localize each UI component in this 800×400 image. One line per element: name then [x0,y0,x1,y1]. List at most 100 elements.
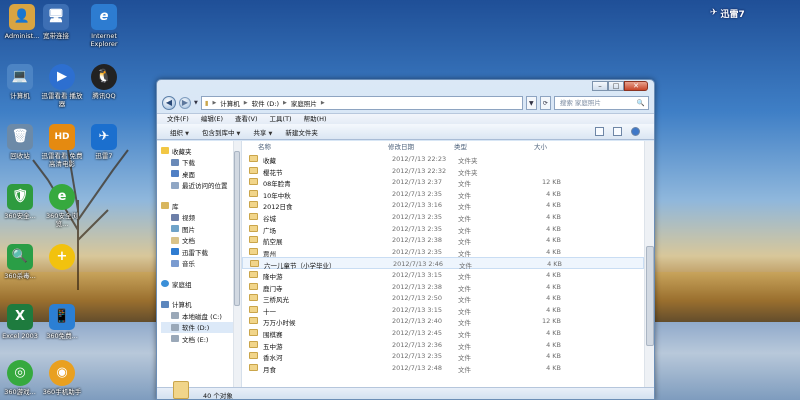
new-folder-button[interactable]: 新建文件夹 [285,127,318,137]
column-type[interactable]: 类型 [454,141,467,151]
desktop-icon-broadband[interactable]: 🖥 宽带连接 [34,4,78,40]
file-row[interactable]: 谷城 2012/7/13 2:35 文件 4 KB [242,211,644,223]
column-name[interactable]: 名称 [258,141,271,151]
breadcrumb-computer[interactable]: 计算机 [220,98,240,108]
desktop-icon-excel[interactable]: X Excel 2003 [0,304,42,340]
nav-drive-d[interactable]: 软件 (D:) [161,321,241,333]
maximize-button[interactable]: □ [608,81,624,91]
file-row[interactable]: 香水河 2012/7/13 2:35 文件 4 KB [242,350,644,362]
file-size: 12 KB [541,317,561,326]
desktop-icon-360-antivirus[interactable]: 🔍 360杀毒... [0,244,42,280]
file-row[interactable]: 六一儿童节（小学毕业） 2012/7/13 2:46 文件 4 KB [242,257,644,270]
nav-scrollbar[interactable] [233,141,241,387]
file-row[interactable]: 三桥风光 2012/7/13 2:50 文件 4 KB [242,292,644,304]
desktop-icon-computer[interactable]: 💻 计算机 [0,64,42,100]
file-row[interactable]: 广场 2012/7/13 2:35 文件 4 KB [242,223,644,235]
desktop-icon-recycle-bin[interactable]: 🗑 回收站 [0,124,42,160]
desktop-icon-plus[interactable]: + [40,244,84,272]
desktop-icon-360-mobile[interactable]: ◉ 360手机助手 [40,360,84,396]
play-icon: ▶ [49,64,75,90]
file-size: 4 KB [546,294,561,303]
nav-libraries[interactable]: 库 [161,200,241,212]
breadcrumb-folder[interactable]: 家庭照片 [291,98,317,108]
refresh-button[interactable]: ⟳ [539,95,551,110]
file-row[interactable]: 月食 2012/7/13 2:48 文件 4 KB [242,362,644,374]
nav-downloads[interactable]: 下载 [161,157,241,169]
file-name: 广场 [263,226,276,235]
file-row[interactable]: 万万小时候 2012/7/13 2:40 文件 12 KB [242,315,644,327]
nav-scrollbar-thumb[interactable] [234,151,240,306]
file-row[interactable]: 贾州 2012/7/13 2:35 文件 4 KB [242,246,644,258]
file-row[interactable]: 收藏 2012/7/13 22:23 文件夹 [242,153,644,165]
folder-icon [249,352,258,360]
folder-icon [249,236,258,244]
file-row[interactable]: 航空展 2012/7/13 2:38 文件 4 KB [242,234,644,246]
desktop-icon-qq[interactable]: 🐧 腾讯QQ [82,64,126,100]
menu-edit[interactable]: 编辑(E) [201,114,223,124]
folder-icon [249,305,258,313]
organize-button[interactable]: 组织 ▼ [170,127,189,137]
file-type: 文件 [458,249,471,258]
file-list-scrollbar-thumb[interactable] [646,246,654,346]
menu-tools[interactable]: 工具(T) [270,114,292,124]
file-date: 2012/7/13 2:48 [392,363,442,372]
file-name: 十一 [263,307,276,316]
close-button[interactable]: ✕ [624,81,648,91]
file-size: 4 KB [546,340,561,349]
file-row[interactable]: 2012日食 2012/7/13 3:16 文件 4 KB [242,199,644,211]
share-button[interactable]: 共享 ▼ [253,127,272,137]
desktop-icon-xunlei-player[interactable]: ▶ 迅雷看看 播放器 [40,64,84,108]
preview-pane-icon[interactable] [613,127,622,136]
forward-button[interactable]: ▶ [179,96,191,109]
file-row[interactable]: 围棋赛 2012/7/13 2:45 文件 4 KB [242,327,644,339]
file-row[interactable]: 隆中游 2012/7/13 3:15 文件 4 KB [242,269,644,281]
nav-drive-e[interactable]: 文档 (E:) [161,333,241,345]
nav-favorites[interactable]: 收藏夹 [161,145,241,157]
nav-desktop[interactable]: 桌面 [161,168,241,180]
nav-computer[interactable]: 计算机 [161,299,241,311]
nav-drive-c[interactable]: 本地磁盘 (C:) [161,310,241,322]
breadcrumb-drive[interactable]: 软件 (D:) [252,98,279,108]
magnifier-icon: 🔍 [7,244,33,270]
file-row[interactable]: 10年中秋 2012/7/13 2:35 文件 4 KB [242,188,644,200]
nav-pictures[interactable]: 图片 [161,223,241,235]
column-size[interactable]: 大小 [534,141,547,151]
nav-documents[interactable]: 文档 [161,235,241,247]
file-row[interactable]: 鹿门寺 2012/7/13 2:38 文件 4 KB [242,281,644,293]
file-list-scrollbar[interactable] [644,141,654,387]
file-row[interactable]: 十一 2012/7/13 3:15 文件 4 KB [242,304,644,316]
file-row[interactable]: 五中游 2012/7/13 2:36 文件 4 KB [242,339,644,351]
address-dropdown-button[interactable]: ▼ [525,95,537,110]
file-name: 三桥风光 [263,296,289,305]
desktop-icon-ie[interactable]: e Internet Explorer [82,4,126,48]
nav-music[interactable]: 音乐 [161,258,241,270]
desktop-icon-360-game[interactable]: ◎ 360游戏... [0,360,42,396]
network-connection-icon: 🖥 [43,4,69,30]
nav-videos[interactable]: 视频 [161,212,241,224]
menu-view[interactable]: 查看(V) [235,114,258,124]
file-type: 文件 [458,296,471,305]
back-button[interactable]: ◀ [162,95,176,110]
title-bar[interactable]: – □ ✕ [157,80,654,92]
nav-recent[interactable]: 最近访问的位置 [161,180,241,192]
file-row[interactable]: 08年脸青 2012/7/13 2:37 文件 12 KB [242,176,644,188]
minimize-button[interactable]: – [592,81,608,91]
menu-help[interactable]: 帮助(H) [304,114,327,124]
address-bar[interactable]: ▮ ▶ 计算机 ▶ 软件 (D:) ▶ 家庭照片 ▶ [200,95,523,110]
desktop-icon-xunlei7[interactable]: ✈ 迅雷7 [82,124,126,160]
include-in-library-button[interactable]: 包含到库中 ▼ [202,127,240,137]
nav-xunlei-downloads[interactable]: 迅雷下载 [161,246,241,258]
computer-icon: 💻 [7,64,33,90]
column-date[interactable]: 修改日期 [388,141,414,151]
nav-homegroup[interactable]: 家庭组 [161,278,241,290]
menu-file[interactable]: 文件(F) [167,114,189,124]
history-dropdown[interactable]: ▼ [194,100,198,106]
file-row[interactable]: 樱花节 2012/7/13 22:32 文件夹 [242,165,644,177]
view-options-icon[interactable] [595,127,604,136]
desktop-icon-xunlei-hd[interactable]: HD 迅雷看看 免费高清电影 [40,124,84,168]
help-icon[interactable] [631,127,640,136]
desktop-icon-360-browser[interactable]: e 360安全浏览... [40,184,84,228]
desktop-icon-360-safe[interactable]: 🛡 360安全... [0,184,42,220]
desktop-icon-360-free[interactable]: 📱 360免费... [40,304,84,340]
search-input[interactable]: 搜索 家庭照片 🔍 [553,95,649,110]
